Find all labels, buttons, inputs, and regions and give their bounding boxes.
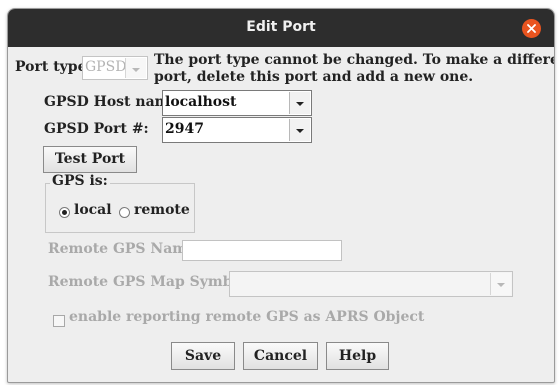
radio-selected-dot bbox=[62, 210, 67, 215]
remote-gps-symbol-label: Remote GPS Map Symbol: bbox=[48, 274, 253, 290]
port-type-label: Port type bbox=[15, 59, 87, 75]
port-number-combo[interactable]: 2947 bbox=[162, 117, 312, 143]
port-number-value: 2947 bbox=[165, 121, 204, 137]
chevron-down-icon bbox=[296, 102, 304, 106]
cancel-button[interactable]: Cancel bbox=[243, 342, 318, 370]
aprs-object-checkbox[interactable] bbox=[53, 315, 65, 327]
remote-gps-name-label: Remote GPS Name: bbox=[48, 241, 202, 257]
remote-radio-label[interactable]: remote bbox=[134, 202, 190, 219]
local-radio-label[interactable]: local bbox=[74, 202, 112, 219]
port-number-label: GPSD Port #: bbox=[44, 121, 149, 137]
port-number-dropdown-button[interactable] bbox=[289, 119, 310, 141]
local-radio[interactable] bbox=[59, 207, 70, 218]
close-button[interactable] bbox=[522, 19, 541, 38]
host-name-value: localhost bbox=[165, 94, 237, 110]
host-name-combo[interactable]: localhost bbox=[162, 90, 312, 116]
remote-radio[interactable] bbox=[119, 207, 130, 218]
port-type-note-line1: The port type cannot be changed. To make… bbox=[154, 52, 554, 68]
remote-gps-name-field[interactable] bbox=[182, 240, 342, 261]
title-bar: Edit Port bbox=[8, 9, 554, 47]
chevron-down-icon bbox=[132, 68, 140, 72]
chevron-down-icon bbox=[497, 283, 505, 287]
aprs-object-label[interactable]: enable reporting remote GPS as APRS Obje… bbox=[69, 309, 424, 326]
port-type-select: GPSD bbox=[82, 56, 148, 80]
chevron-down-icon bbox=[296, 129, 304, 133]
port-type-arrow bbox=[125, 58, 146, 78]
help-button[interactable]: Help bbox=[326, 342, 389, 370]
edit-port-dialog: Edit Port Port type GPSD The port type c… bbox=[7, 8, 555, 383]
save-button[interactable]: Save bbox=[171, 342, 235, 370]
remote-gps-symbol-arrow[interactable] bbox=[490, 273, 511, 295]
test-port-button[interactable]: Test Port bbox=[43, 146, 137, 173]
remote-gps-symbol-select[interactable] bbox=[229, 271, 513, 297]
window-title: Edit Port bbox=[246, 19, 316, 35]
close-icon bbox=[527, 24, 536, 33]
port-type-value: GPSD bbox=[85, 59, 127, 75]
host-name-dropdown-button[interactable] bbox=[289, 92, 310, 114]
port-type-note-line2: port, delete this port and add a new one… bbox=[154, 69, 474, 85]
gps-is-label: GPS is: bbox=[50, 173, 110, 190]
